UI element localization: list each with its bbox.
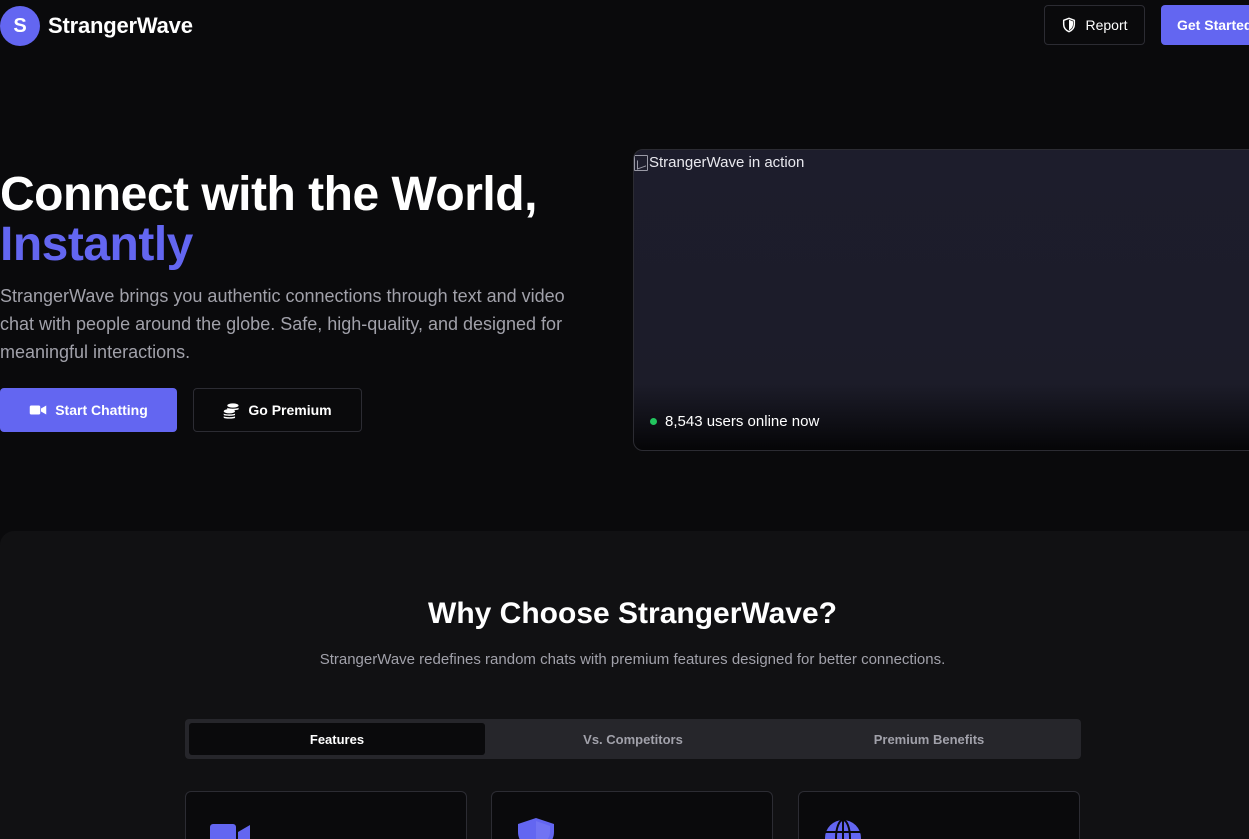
tab-features[interactable]: Features [189,723,485,755]
start-chatting-label: Start Chatting [55,402,148,418]
get-started-label: Get Started [1177,17,1249,33]
hero-image: StrangerWave in action 8,543 users onlin… [633,149,1249,451]
tab-vs-competitors[interactable]: Vs. Competitors [485,723,781,755]
shield-icon [1063,17,1076,33]
image-alt-label: StrangerWave in action [649,154,805,171]
feature-card [491,791,773,839]
feature-cards [185,791,1081,839]
feature-card [185,791,467,839]
hero-description: StrangerWave brings you authentic connec… [0,286,565,362]
report-label: Report [1085,17,1128,33]
tab-premium-benefits[interactable]: Premium Benefits [781,723,1077,755]
video-icon [210,824,250,839]
hero-title: Connect with the World, Instantly [0,170,537,270]
go-premium-button[interactable]: Go Premium [193,388,362,432]
start-chatting-button[interactable]: Start Chatting [0,388,177,432]
get-started-button[interactable]: Get Started [1161,5,1249,45]
hero-title-accent: Instantly [0,218,193,271]
image-alt-text: StrangerWave in action [634,154,804,171]
logo[interactable]: S StrangerWave [0,6,193,46]
video-camera-icon [29,405,47,415]
feature-card [798,791,1080,839]
site-header: S StrangerWave Report Get Started [0,0,1249,52]
feature-tabs: Features Vs. Competitors Premium Benefit… [185,719,1081,759]
section-subtitle: StrangerWave redefines random chats with… [319,651,946,668]
section-title: Why Choose StrangerWave? [428,597,837,630]
logo-mark: S [0,6,40,46]
report-button[interactable]: Report [1044,5,1145,45]
online-indicator: 8,543 users online now [650,413,819,430]
features-section: Why Choose StrangerWave? StrangerWave re… [0,531,1249,839]
coins-icon [224,402,239,419]
online-count-text: 8,543 users online now [665,413,820,430]
online-status-dot [650,418,657,425]
go-premium-label: Go Premium [248,402,332,418]
hero-title-line1: Connect with the World, [0,168,537,221]
page: S StrangerWave Report Get Started Connec… [0,0,1249,839]
globe-icon [825,819,861,839]
brand-name: StrangerWave [48,13,193,38]
shield-icon [518,818,554,839]
broken-image-icon [634,154,648,171]
